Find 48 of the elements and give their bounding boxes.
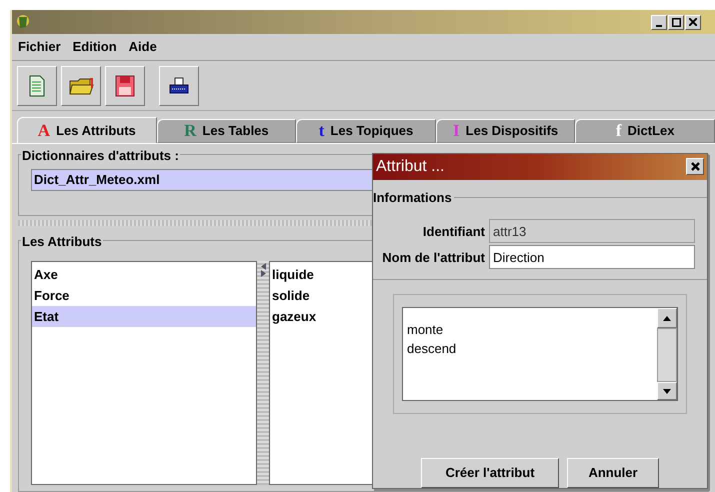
cancel-button[interactable]: Annuler [567,458,659,488]
identifier-field: attr13 [489,219,695,244]
menu-item[interactable]: Edition [72,37,117,57]
save-button[interactable] [105,66,145,106]
text-area-content: monte descend [406,321,458,358]
create-button[interactable]: Créer l'attribut [421,458,559,488]
close-button[interactable] [686,158,704,176]
section-title: Informations [373,188,452,207]
tab[interactable]: f DictLex [575,119,715,143]
maximize-icon [672,18,680,26]
document-icon [29,74,45,96]
minimize-icon [656,25,662,27]
tab-icon: A [38,118,50,144]
scroll-down-icon [663,388,671,394]
field-label: Nom de l'attribut [381,248,486,267]
print-button[interactable] [159,66,199,106]
minimize-button[interactable] [651,14,667,30]
values-text-area[interactable]: monte descend [402,307,678,402]
new-button[interactable] [17,66,57,106]
tab[interactable]: t Les Topiques [296,119,436,143]
tab[interactable]: I Les Dispositifs [436,119,576,143]
name-field[interactable]: Direction [489,245,695,270]
close-icon [690,161,700,172]
app-logo-icon [16,13,30,31]
tab-icon: R [184,118,196,144]
arrow-right-icon [260,270,266,277]
menu-item[interactable]: Aide [128,37,157,57]
tab-icon: t [318,118,324,144]
open-button[interactable] [61,66,101,106]
arrow-left-icon [260,263,266,270]
close-button[interactable] [685,14,701,30]
field-label: Identifiant [422,222,486,241]
tab[interactable]: R Les Tables [156,119,296,143]
menu-item[interactable]: Fichier [18,37,61,57]
scroll-down-button[interactable] [657,382,677,400]
list-item[interactable]: Etat [32,306,256,327]
folder-icon [68,76,94,96]
close-icon [689,18,697,26]
maximize-button[interactable] [668,14,684,30]
tab-icon: I [453,118,460,144]
scroll-thumb[interactable] [657,328,677,382]
printer-icon [168,76,190,94]
list-item[interactable]: Force [32,285,256,306]
tab[interactable]: A Les Attributs [17,117,157,143]
scroll-up-button[interactable] [657,308,677,328]
tab-icon: f [616,118,622,144]
scroll-up-icon [663,316,671,321]
list-item[interactable]: Axe [32,264,256,285]
